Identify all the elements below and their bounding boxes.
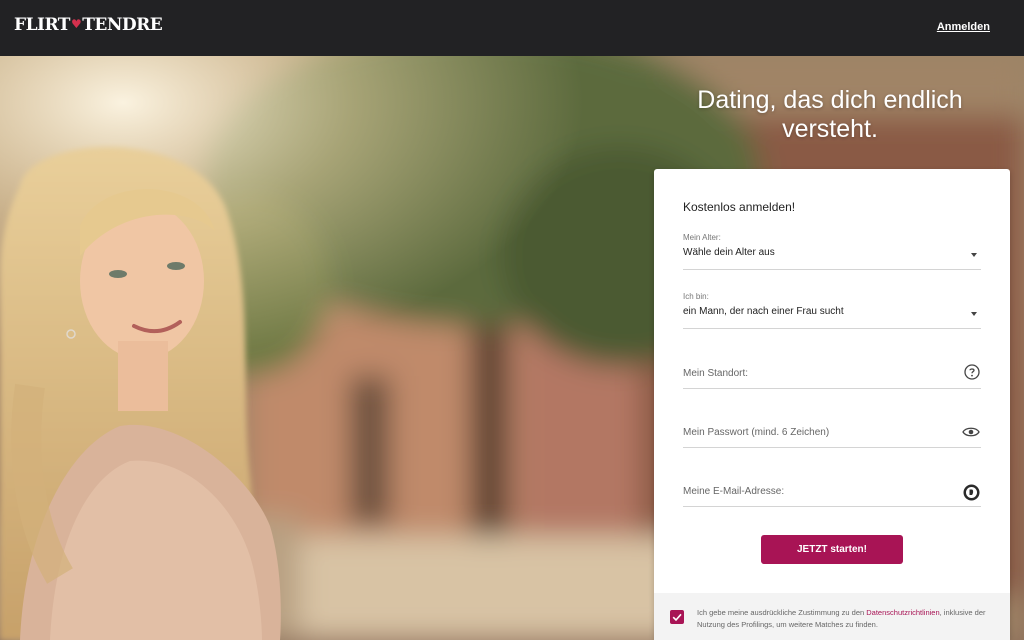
top-bar: FLIRT♥TENDRE Anmelden bbox=[0, 0, 1024, 56]
logo-text-left: FLIRT bbox=[14, 15, 70, 35]
age-select[interactable]: Mein Alter: Wähle dein Alter aus bbox=[683, 233, 981, 270]
hero-headline-line1: Dating, das dich endlich bbox=[697, 86, 963, 114]
age-label: Mein Alter: bbox=[683, 233, 721, 242]
password-input[interactable]: Mein Passwort (mind. 6 Zeichen) bbox=[683, 427, 981, 448]
email-input[interactable]: Meine E-Mail-Adresse: bbox=[683, 484, 981, 507]
location-placeholder: Mein Standort: bbox=[683, 368, 749, 379]
signup-card: Kostenlos anmelden! Mein Alter: Wähle de… bbox=[654, 169, 1010, 640]
privacy-policy-link[interactable]: Datenschutzrichtlinien bbox=[866, 608, 939, 617]
consent-checkbox[interactable] bbox=[670, 610, 684, 624]
email-icon bbox=[963, 484, 980, 501]
heart-icon: ♥ bbox=[70, 17, 82, 31]
consent-text: Ich gebe meine ausdrückliche Zustimmung … bbox=[697, 607, 991, 631]
help-icon[interactable] bbox=[964, 364, 980, 380]
chevron-down-icon bbox=[971, 312, 977, 316]
gender-label: Ich bin: bbox=[683, 292, 709, 301]
login-link[interactable]: Anmelden bbox=[937, 21, 990, 33]
gender-select[interactable]: Ich bin: ein Mann, der nach einer Frau s… bbox=[683, 292, 981, 329]
logo-text-right: TENDRE bbox=[82, 15, 163, 35]
eye-icon[interactable] bbox=[962, 426, 980, 438]
password-placeholder: Mein Passwort (mind. 6 Zeichen) bbox=[683, 427, 830, 438]
age-value: Wähle dein Alter aus bbox=[683, 247, 775, 258]
consent-text-before: Ich gebe meine ausdrückliche Zustimmung … bbox=[697, 608, 867, 617]
chevron-down-icon bbox=[971, 253, 977, 257]
email-placeholder: Meine E-Mail-Adresse: bbox=[683, 486, 785, 497]
logo[interactable]: FLIRT♥TENDRE bbox=[14, 15, 163, 35]
hero-headline: Dating, das dich endlich versteht. bbox=[660, 86, 1000, 144]
location-input[interactable]: Mein Standort: bbox=[683, 364, 981, 389]
checkmark-icon bbox=[672, 613, 682, 622]
hero-headline-line2: versteht. bbox=[782, 115, 878, 143]
gender-value: ein Mann, der nach einer Frau sucht bbox=[683, 306, 844, 317]
signup-title: Kostenlos anmelden! bbox=[683, 200, 796, 214]
consent-section: Ich gebe meine ausdrückliche Zustimmung … bbox=[654, 593, 1010, 640]
start-button[interactable]: JETZT starten! bbox=[761, 535, 903, 564]
hero-section: Dating, das dich endlich versteht. Koste… bbox=[0, 56, 1024, 640]
